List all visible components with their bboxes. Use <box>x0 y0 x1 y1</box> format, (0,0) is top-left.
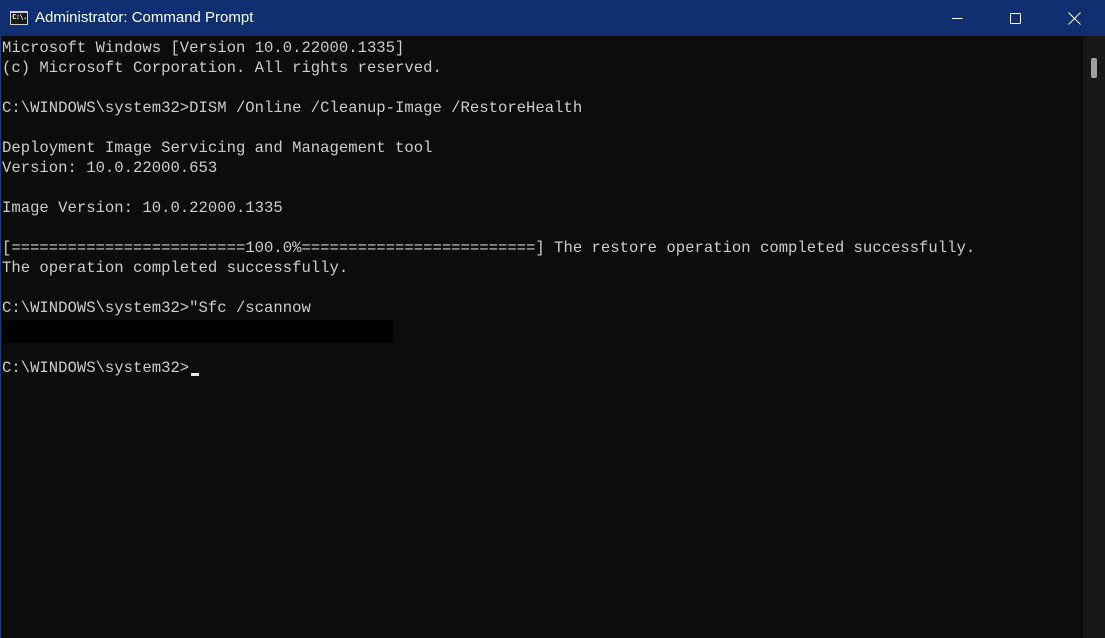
console-line: C:\WINDOWS\system32>DISM /Online /Cleanu… <box>2 99 583 117</box>
title-bar[interactable]: C:\. Administrator: Command Prompt <box>0 0 1105 36</box>
console-line: Deployment Image Servicing and Managemen… <box>2 139 433 157</box>
text-cursor <box>191 373 200 376</box>
console-line: C:\WINDOWS\system32>"Sfc /scannow <box>2 299 311 317</box>
cmd-icon: C:\. <box>10 11 28 25</box>
maximize-icon <box>1009 12 1021 24</box>
minimize-button[interactable] <box>928 0 986 36</box>
cmd-icon-text: C:\. <box>12 13 27 21</box>
minimize-icon <box>951 17 963 19</box>
close-button[interactable] <box>1045 0 1103 36</box>
prompt-text: C:\WINDOWS\system32> <box>2 359 190 377</box>
console-line: Microsoft Windows [Version 10.0.22000.13… <box>2 39 405 57</box>
console-output[interactable]: Microsoft Windows [Version 10.0.22000.13… <box>0 36 1083 638</box>
prompt-line[interactable]: C:\WINDOWS\system32> <box>2 358 200 378</box>
console-line: The operation completed successfully. <box>2 259 349 277</box>
maximize-button[interactable] <box>986 0 1044 36</box>
progress-line: [=========================100.0%========… <box>2 239 976 257</box>
close-icon <box>1068 12 1081 25</box>
console-line: Image Version: 10.0.22000.1335 <box>2 199 283 217</box>
vertical-scrollbar[interactable] <box>1083 36 1105 638</box>
scrollbar-thumb[interactable] <box>1091 58 1097 78</box>
window-title: Administrator: Command Prompt <box>35 9 254 26</box>
redacted-region <box>2 320 393 343</box>
console-line: Version: 10.0.22000.653 <box>2 159 218 177</box>
console-line: (c) Microsoft Corporation. All rights re… <box>2 59 442 77</box>
